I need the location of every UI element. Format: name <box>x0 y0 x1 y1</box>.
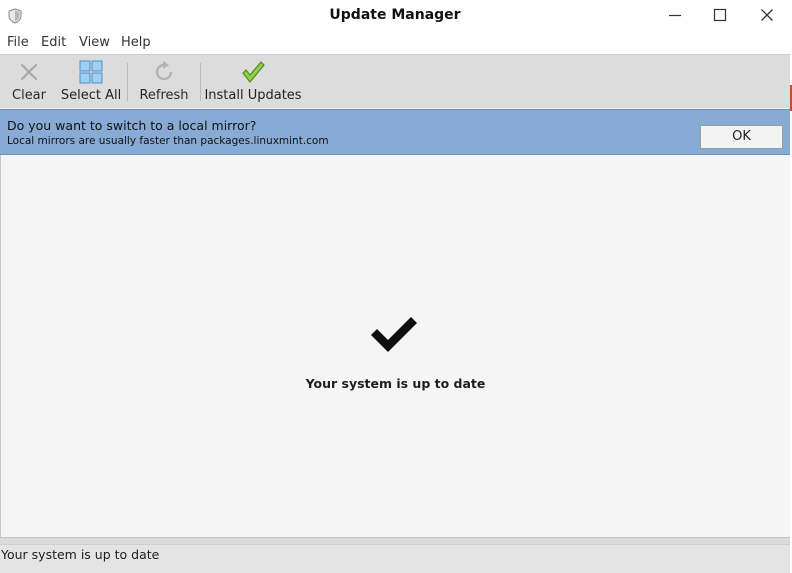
infobar-detail: Local mirrors are usually faster than pa… <box>7 135 329 147</box>
infobar-question: Do you want to switch to a local mirror? <box>7 118 257 133</box>
maximize-icon <box>713 7 727 26</box>
minimize-button[interactable] <box>664 6 686 26</box>
update-manager-window: Update Manager File Edit View Help Clear… <box>0 0 790 573</box>
maximize-button[interactable] <box>709 6 731 26</box>
clear-button[interactable]: Clear <box>9 55 49 109</box>
clear-x-icon <box>16 59 42 85</box>
clear-label: Clear <box>12 88 46 103</box>
ok-button[interactable]: OK <box>700 125 783 149</box>
menu-file[interactable]: File <box>7 35 29 50</box>
select-all-grid-icon <box>78 59 104 85</box>
refresh-icon <box>151 59 177 85</box>
install-check-icon <box>240 59 266 85</box>
toolbar-separator <box>200 63 201 101</box>
close-button[interactable] <box>756 6 778 26</box>
refresh-button[interactable]: Refresh <box>138 55 190 109</box>
mirror-infobar: Do you want to switch to a local mirror?… <box>0 109 790 155</box>
menu-edit[interactable]: Edit <box>41 35 66 50</box>
menu-view[interactable]: View <box>79 35 110 50</box>
menu-bar: File Edit View Help <box>0 32 790 54</box>
toolbar-separator <box>127 63 128 101</box>
select-all-label: Select All <box>60 88 122 103</box>
toolbar: Clear Select All Refresh Install Updates <box>0 54 790 108</box>
install-updates-label: Install Updates <box>204 88 302 103</box>
minimize-icon <box>668 7 682 26</box>
up-to-date-message: Your system is up to date <box>305 376 486 391</box>
status-text: Your system is up to date <box>1 547 160 562</box>
select-all-button[interactable]: Select All <box>60 55 122 109</box>
menu-help[interactable]: Help <box>121 35 151 50</box>
install-updates-button[interactable]: Install Updates <box>204 55 302 109</box>
refresh-label: Refresh <box>139 88 189 103</box>
title-bar[interactable]: Update Manager <box>0 0 790 32</box>
main-content: Your system is up to date <box>0 155 790 537</box>
checkmark-icon <box>369 315 421 355</box>
close-icon <box>760 7 774 26</box>
status-bar: Your system is up to date <box>0 537 790 573</box>
